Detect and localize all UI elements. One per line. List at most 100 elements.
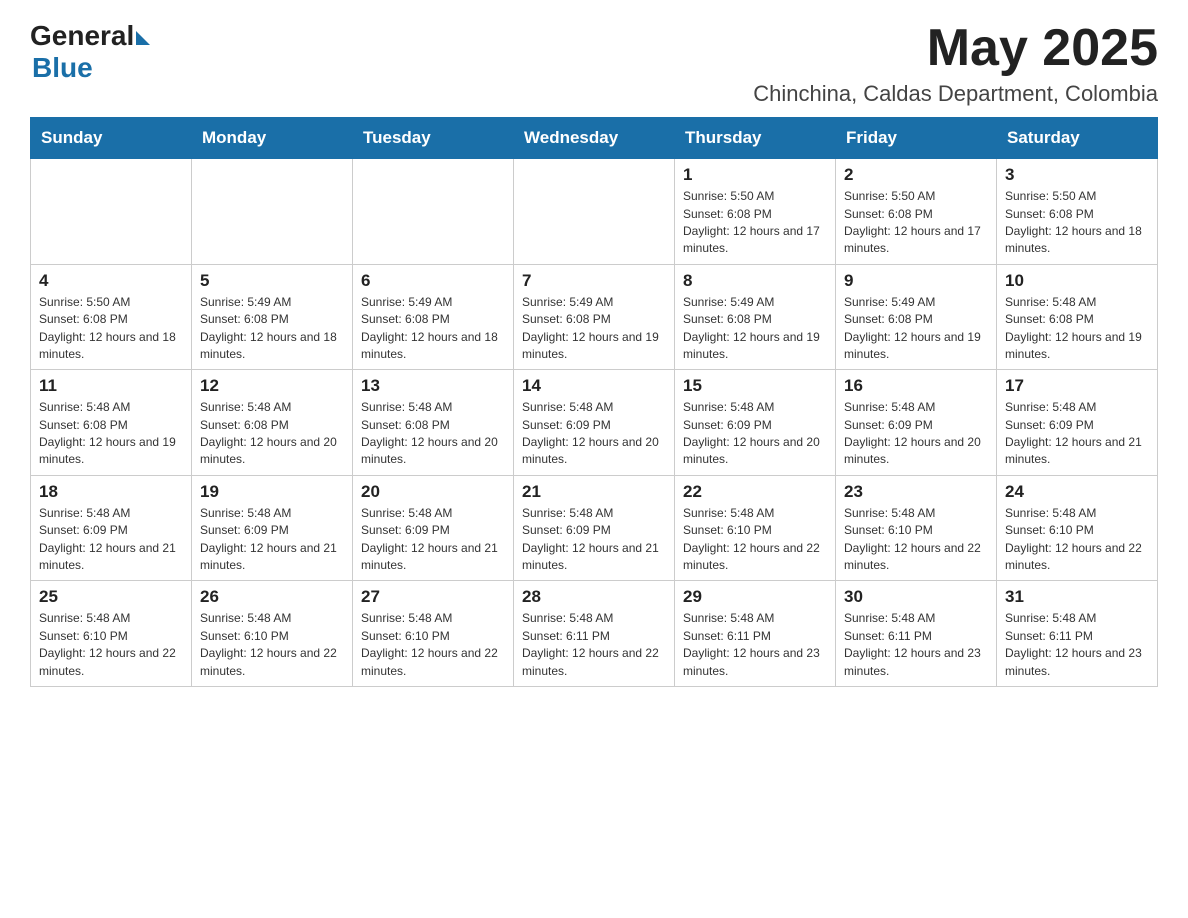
day-info: Sunrise: 5:48 AMSunset: 6:10 PMDaylight:… [361,610,505,680]
day-info: Sunrise: 5:48 AMSunset: 6:11 PMDaylight:… [1005,610,1149,680]
day-number: 2 [844,165,988,185]
calendar-day-cell: 3 Sunrise: 5:50 AMSunset: 6:08 PMDaylight… [997,159,1158,265]
day-info: Sunrise: 5:48 AMSunset: 6:10 PMDaylight:… [39,610,183,680]
day-number: 22 [683,482,827,502]
day-number: 28 [522,587,666,607]
calendar-week-row: 1 Sunrise: 5:50 AMSunset: 6:08 PMDaylight… [31,159,1158,265]
calendar-subtitle: Chinchina, Caldas Department, Colombia [753,81,1158,107]
day-info: Sunrise: 5:48 AMSunset: 6:10 PMDaylight:… [844,505,988,575]
day-info: Sunrise: 5:49 AMSunset: 6:08 PMDaylight:… [522,294,666,364]
calendar-week-row: 25Sunrise: 5:48 AMSunset: 6:10 PMDayligh… [31,581,1158,687]
day-number: 21 [522,482,666,502]
day-number: 26 [200,587,344,607]
day-info: Sunrise: 5:48 AMSunset: 6:10 PMDaylight:… [200,610,344,680]
calendar-day-cell: 5Sunrise: 5:49 AMSunset: 6:08 PMDaylight… [192,264,353,370]
day-info: Sunrise: 5:48 AMSunset: 6:10 PMDaylight:… [683,505,827,575]
day-number: 1 [683,165,827,185]
weekday-header-tuesday: Tuesday [353,118,514,159]
day-number: 31 [1005,587,1149,607]
calendar-week-row: 11 Sunrise: 5:48 AMSunset: 6:08 PMDayligh… [31,370,1158,476]
day-number: 3 [1005,165,1149,185]
calendar-day-cell: 17 Sunrise: 5:48 AMSunset: 6:09 PMDayligh… [997,370,1158,476]
calendar-day-cell [192,159,353,265]
day-info: Sunrise: 5:48 AMSunset: 6:08 PMDaylight:… [1005,294,1149,364]
day-info: Sunrise: 5:48 AMSunset: 6:09 PMDaylight:… [683,399,827,469]
logo: General Blue [30,20,150,84]
calendar-day-cell: 31 Sunrise: 5:48 AMSunset: 6:11 PMDayligh… [997,581,1158,687]
day-number: 20 [361,482,505,502]
day-number: 16 [844,376,988,396]
day-info: Sunrise: 5:50 AMSunset: 6:08 PMDaylight:… [1005,188,1149,258]
day-number: 11 [39,376,183,396]
calendar-title: May 2025 [753,20,1158,77]
weekday-header-sunday: Sunday [31,118,192,159]
day-info: Sunrise: 5:48 AMSunset: 6:09 PMDaylight:… [361,505,505,575]
weekday-header-row: SundayMondayTuesdayWednesdayThursdayFrid… [31,118,1158,159]
day-info: Sunrise: 5:49 AMSunset: 6:08 PMDaylight:… [683,294,827,364]
weekday-header-saturday: Saturday [997,118,1158,159]
day-number: 4 [39,271,183,291]
logo-blue: Blue [32,52,93,84]
day-info: Sunrise: 5:48 AMSunset: 6:10 PMDaylight:… [1005,505,1149,575]
calendar-day-cell [514,159,675,265]
calendar-day-cell: 24 Sunrise: 5:48 AMSunset: 6:10 PMDayligh… [997,475,1158,581]
logo-general: General [30,20,134,52]
day-number: 24 [1005,482,1149,502]
day-info: Sunrise: 5:48 AMSunset: 6:09 PMDaylight:… [1005,399,1149,469]
calendar-day-cell: 4Sunrise: 5:50 AMSunset: 6:08 PMDaylight… [31,264,192,370]
day-number: 10 [1005,271,1149,291]
calendar-day-cell: 30 Sunrise: 5:48 AMSunset: 6:11 PMDayligh… [836,581,997,687]
day-number: 18 [39,482,183,502]
day-info: Sunrise: 5:50 AMSunset: 6:08 PMDaylight:… [683,188,827,258]
page-header: General Blue May 2025 Chinchina, Caldas … [30,20,1158,107]
calendar-day-cell: 2 Sunrise: 5:50 AMSunset: 6:08 PMDaylight… [836,159,997,265]
day-number: 7 [522,271,666,291]
calendar-day-cell: 26 Sunrise: 5:48 AMSunset: 6:10 PMDayligh… [192,581,353,687]
day-info: Sunrise: 5:48 AMSunset: 6:09 PMDaylight:… [522,505,666,575]
day-number: 29 [683,587,827,607]
day-number: 9 [844,271,988,291]
calendar-day-cell: 7 Sunrise: 5:49 AMSunset: 6:08 PMDaylight… [514,264,675,370]
calendar-day-cell: 22 Sunrise: 5:48 AMSunset: 6:10 PMDayligh… [675,475,836,581]
weekday-header-wednesday: Wednesday [514,118,675,159]
calendar-day-cell: 29Sunrise: 5:48 AMSunset: 6:11 PMDayligh… [675,581,836,687]
logo-triangle-icon [136,31,150,45]
calendar-day-cell: 11 Sunrise: 5:48 AMSunset: 6:08 PMDayligh… [31,370,192,476]
calendar-day-cell [353,159,514,265]
day-number: 14 [522,376,666,396]
calendar-day-cell: 20 Sunrise: 5:48 AMSunset: 6:09 PMDayligh… [353,475,514,581]
calendar-day-cell: 10 Sunrise: 5:48 AMSunset: 6:08 PMDayligh… [997,264,1158,370]
day-number: 27 [361,587,505,607]
day-number: 13 [361,376,505,396]
weekday-header-thursday: Thursday [675,118,836,159]
day-info: Sunrise: 5:48 AMSunset: 6:08 PMDaylight:… [39,399,183,469]
calendar-day-cell: 9 Sunrise: 5:49 AMSunset: 6:08 PMDaylight… [836,264,997,370]
day-info: Sunrise: 5:49 AMSunset: 6:08 PMDaylight:… [361,294,505,364]
day-info: Sunrise: 5:48 AMSunset: 6:09 PMDaylight:… [844,399,988,469]
day-number: 8 [683,271,827,291]
day-info: Sunrise: 5:48 AMSunset: 6:08 PMDaylight:… [200,399,344,469]
calendar-day-cell: 16 Sunrise: 5:48 AMSunset: 6:09 PMDayligh… [836,370,997,476]
calendar-day-cell: 14 Sunrise: 5:48 AMSunset: 6:09 PMDayligh… [514,370,675,476]
calendar-day-cell: 8 Sunrise: 5:49 AMSunset: 6:08 PMDaylight… [675,264,836,370]
day-info: Sunrise: 5:50 AMSunset: 6:08 PMDaylight:… [844,188,988,258]
day-info: Sunrise: 5:48 AMSunset: 6:11 PMDaylight:… [522,610,666,680]
calendar-day-cell: 13Sunrise: 5:48 AMSunset: 6:08 PMDayligh… [353,370,514,476]
day-number: 17 [1005,376,1149,396]
calendar-day-cell: 23Sunrise: 5:48 AMSunset: 6:10 PMDayligh… [836,475,997,581]
day-info: Sunrise: 5:48 AMSunset: 6:11 PMDaylight:… [844,610,988,680]
day-number: 19 [200,482,344,502]
calendar-day-cell: 6 Sunrise: 5:49 AMSunset: 6:08 PMDaylight… [353,264,514,370]
day-number: 5 [200,271,344,291]
day-number: 6 [361,271,505,291]
day-info: Sunrise: 5:48 AMSunset: 6:09 PMDaylight:… [522,399,666,469]
calendar-week-row: 4Sunrise: 5:50 AMSunset: 6:08 PMDaylight… [31,264,1158,370]
day-info: Sunrise: 5:49 AMSunset: 6:08 PMDaylight:… [844,294,988,364]
calendar-day-cell: 18 Sunrise: 5:48 AMSunset: 6:09 PMDayligh… [31,475,192,581]
day-number: 15 [683,376,827,396]
day-number: 30 [844,587,988,607]
calendar-day-cell: 15 Sunrise: 5:48 AMSunset: 6:09 PMDayligh… [675,370,836,476]
calendar-day-cell: 1 Sunrise: 5:50 AMSunset: 6:08 PMDaylight… [675,159,836,265]
day-info: Sunrise: 5:48 AMSunset: 6:09 PMDaylight:… [39,505,183,575]
calendar-table: SundayMondayTuesdayWednesdayThursdayFrid… [30,117,1158,687]
